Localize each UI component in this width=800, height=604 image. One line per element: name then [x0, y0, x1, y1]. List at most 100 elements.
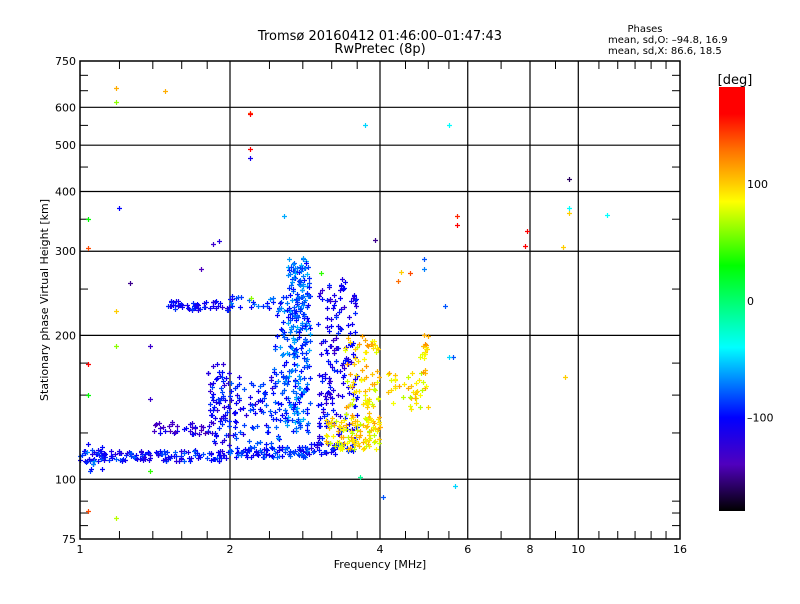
data-point: [408, 271, 413, 276]
data-point: [328, 344, 333, 349]
data-point: [273, 400, 278, 405]
data-point: [389, 378, 394, 383]
data-point: [268, 297, 273, 302]
data-point: [363, 123, 368, 128]
data-point: [308, 326, 313, 331]
data-point: [193, 425, 198, 430]
data-point: [279, 402, 284, 407]
data-point: [325, 298, 330, 303]
data-point: [233, 425, 238, 430]
data-point: [331, 306, 336, 311]
data-point: [447, 123, 452, 128]
data-point: [237, 375, 242, 380]
data-point: [360, 334, 365, 339]
data-point: [317, 294, 322, 299]
data-point: [217, 401, 222, 406]
data-point: [239, 295, 244, 300]
data-point: [221, 379, 226, 384]
data-point: [86, 217, 91, 222]
data-point: [238, 305, 243, 310]
data-point: [224, 376, 229, 381]
data-point: [242, 387, 247, 392]
data-point: [333, 299, 338, 304]
data-point: [361, 447, 366, 452]
data-point: [362, 357, 367, 362]
data-point: [222, 405, 227, 410]
data-point: [238, 407, 243, 412]
data-point: [318, 424, 323, 429]
data-point: [370, 372, 375, 377]
data-point: [561, 245, 566, 250]
data-point: [274, 425, 279, 430]
phase-stats-x: mean, sd,X: 86.6, 18.5: [608, 46, 722, 57]
data-point: [304, 351, 309, 356]
data-point: [186, 450, 191, 455]
y-tick-label: 200: [55, 329, 76, 342]
data-point: [227, 443, 232, 448]
data-point: [221, 362, 226, 367]
data-point: [354, 373, 359, 378]
data-point: [355, 428, 360, 433]
data-point: [391, 401, 396, 406]
data-point: [208, 402, 213, 407]
data-point: [277, 437, 282, 442]
data-point: [248, 147, 253, 152]
colorbar-tick-label: 0: [747, 295, 754, 308]
data-point: [304, 327, 309, 332]
data-point: [227, 424, 232, 429]
y-axis-label: Stationary phase Virtual Height [km]: [38, 199, 51, 401]
data-point: [353, 330, 358, 335]
data-point: [344, 412, 349, 417]
data-point: [217, 239, 222, 244]
colorbar-tick-label: 100: [747, 178, 768, 191]
data-point: [414, 401, 419, 406]
data-point: [426, 405, 431, 410]
data-point: [228, 394, 233, 399]
data-point: [188, 459, 193, 464]
data-point: [262, 391, 267, 396]
data-point: [270, 454, 275, 459]
data-point: [373, 388, 378, 393]
data-point: [244, 413, 249, 418]
data-point: [365, 405, 370, 410]
data-point: [91, 462, 96, 467]
data-point: [230, 304, 235, 309]
data-point: [330, 416, 335, 421]
data-point: [276, 401, 281, 406]
data-point: [348, 372, 353, 377]
data-point: [273, 344, 278, 349]
data-point: [372, 433, 377, 438]
data-point: [290, 298, 295, 303]
data-point: [372, 440, 377, 445]
data-point: [297, 330, 302, 335]
data-point: [278, 418, 283, 423]
data-point: [332, 303, 337, 308]
data-point: [563, 375, 568, 380]
data-point: [220, 390, 225, 395]
data-point: [307, 348, 312, 353]
data-point: [148, 469, 153, 474]
data-point: [249, 305, 254, 310]
data-point: [234, 420, 239, 425]
data-point: [273, 410, 278, 415]
data-point: [274, 417, 279, 422]
data-point: [291, 429, 296, 434]
data-point: [148, 397, 153, 402]
data-point: [233, 410, 238, 415]
data-point: [269, 378, 274, 383]
data-point: [206, 371, 211, 376]
data-point: [312, 449, 317, 454]
ionogram-chart: Tromsø 20160412 01:46:00–01:47:43 RwPret…: [38, 24, 774, 571]
data-point: [358, 422, 363, 427]
data-point: [340, 394, 345, 399]
data-point: [336, 393, 341, 398]
data-point: [374, 447, 379, 452]
data-point: [209, 413, 214, 418]
data-point: [214, 434, 219, 439]
data-point: [316, 403, 321, 408]
data-point: [271, 391, 276, 396]
data-point: [233, 419, 238, 424]
data-point: [409, 407, 414, 412]
data-point: [350, 322, 355, 327]
data-point: [248, 156, 253, 161]
